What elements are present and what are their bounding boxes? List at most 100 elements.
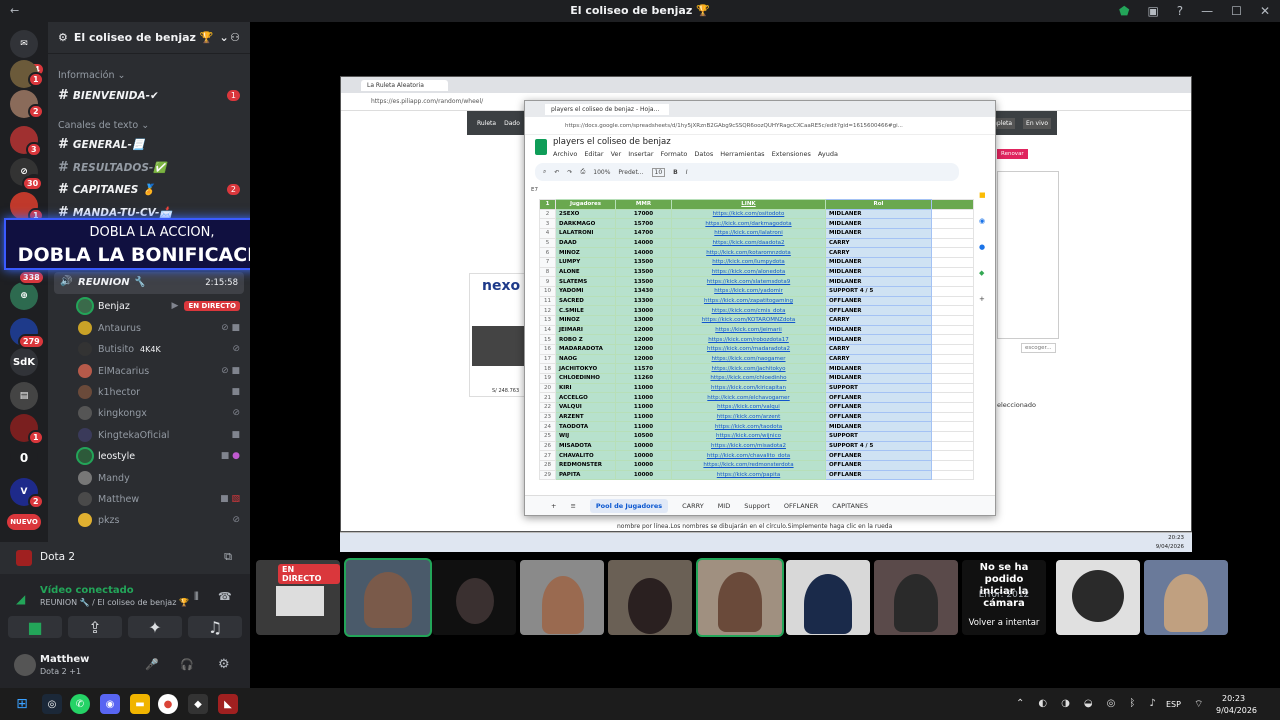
player-name-cell[interactable]: ALONE: [555, 266, 616, 278]
link-cell[interactable]: https://kick.com/kiricapitan: [671, 382, 826, 394]
mmr-cell[interactable]: 11000: [615, 411, 672, 423]
steam-icon[interactable]: ◎: [42, 694, 62, 714]
player-name-cell[interactable]: TAODOTA: [555, 421, 616, 433]
empty-cell[interactable]: [931, 266, 974, 278]
sheet-tab-capitanes[interactable]: CAPITANES: [832, 502, 868, 510]
channel-resultados[interactable]: # RESULTADOS-✅: [58, 160, 166, 175]
link-cell[interactable]: https://kick.com/ositodoto: [671, 208, 826, 220]
empty-cell[interactable]: [931, 411, 974, 423]
empty-cell[interactable]: [931, 344, 974, 355]
empty-cell[interactable]: [931, 237, 974, 249]
clock-time[interactable]: 20:23: [1222, 694, 1245, 703]
tray-app-icon[interactable]: ◑: [1061, 698, 1070, 709]
dota-icon[interactable]: ◣: [218, 694, 238, 714]
user-avatar[interactable]: [14, 654, 36, 676]
mmr-cell[interactable]: 14000: [615, 237, 672, 249]
player-name-cell[interactable]: JACHITOKYO: [555, 363, 616, 375]
avatar-tile[interactable]: [1056, 560, 1140, 635]
voice-user[interactable]: leostyle ■ ●: [78, 449, 240, 463]
player-name-cell[interactable]: DAAD: [555, 237, 616, 249]
chrome-icon[interactable]: ●: [158, 694, 178, 714]
maximize-button[interactable]: ☐: [1231, 4, 1242, 18]
empty-cell[interactable]: [931, 382, 974, 394]
role-cell[interactable]: OFFLANER: [825, 295, 932, 307]
link-cell[interactable]: https://kick.com/taodota: [671, 421, 826, 433]
camera-tile[interactable]: [346, 560, 430, 635]
keep-icon[interactable]: ■: [979, 191, 989, 199]
empty-cell[interactable]: [931, 392, 974, 404]
menu-ver[interactable]: Ver: [611, 150, 622, 158]
empty-cell[interactable]: [931, 286, 974, 297]
player-name-cell[interactable]: CHLOEDINHO: [555, 373, 616, 384]
empty-cell[interactable]: [931, 363, 974, 375]
empty-cell[interactable]: [931, 402, 974, 413]
maps-icon[interactable]: ◆: [979, 269, 989, 277]
header-cell[interactable]: Jugadores: [555, 199, 616, 210]
link-cell[interactable]: https://kick.com/papita: [671, 469, 826, 481]
add-addon-icon[interactable]: +: [979, 295, 989, 303]
player-name-cell[interactable]: KIRI: [555, 382, 616, 394]
link-cell[interactable]: https://kick.com/lalatroni: [671, 228, 826, 239]
empty-cell[interactable]: [931, 334, 974, 346]
link-cell[interactable]: http://kick.com/elchavogamer: [671, 392, 826, 404]
player-name-cell[interactable]: ARZENT: [555, 411, 616, 423]
mmr-cell[interactable]: 10000: [615, 450, 672, 462]
link-cell[interactable]: https://kick.com/naogamer: [671, 353, 826, 365]
whatsapp-icon[interactable]: ✆: [70, 694, 90, 714]
server-icon[interactable]: ⊕: [10, 282, 38, 310]
empty-cell[interactable]: [931, 247, 974, 259]
mmr-cell[interactable]: 11000: [615, 421, 672, 433]
search-icon[interactable]: ⌕: [543, 168, 546, 176]
link-cell[interactable]: http://kick.com/lumpydota: [671, 257, 826, 268]
noise-suppression-icon[interactable]: ⦀: [194, 590, 199, 604]
player-name-cell[interactable]: MADARADOTA: [555, 344, 616, 355]
header-cell[interactable]: LINK: [671, 199, 826, 210]
mmr-cell[interactable]: 11000: [615, 382, 672, 394]
mmr-cell[interactable]: 11000: [615, 392, 672, 404]
sheet-tab-offlaner[interactable]: OFFLANER: [784, 502, 818, 510]
activities-button[interactable]: ✦: [128, 616, 182, 638]
disconnect-icon[interactable]: ☎: [218, 590, 232, 603]
doc-title[interactable]: players el coliseo de benjaz: [553, 137, 671, 147]
mic-tray-icon[interactable]: ♪: [1149, 698, 1155, 709]
empty-cell[interactable]: [931, 373, 974, 384]
file-explorer-icon[interactable]: ▬: [130, 694, 150, 714]
link-cell[interactable]: https://kick.com/alonedota: [671, 266, 826, 278]
tray-steam-icon[interactable]: ◎: [1107, 698, 1116, 709]
mmr-cell[interactable]: 13430: [615, 286, 672, 297]
voice-user[interactable]: kingkongx ⊘: [78, 406, 240, 420]
camera-tile[interactable]: [608, 560, 692, 635]
role-cell[interactable]: OFFLANER: [825, 402, 932, 413]
soundboard-button[interactable]: ♫: [188, 616, 242, 638]
app-icon[interactable]: ◆: [188, 694, 208, 714]
role-cell[interactable]: OFFLANER: [825, 450, 932, 462]
player-name-cell[interactable]: VALQUI: [555, 402, 616, 413]
role-cell[interactable]: SUPPORT 4 / 5: [825, 286, 932, 297]
voice-user[interactable]: Mandy: [78, 471, 240, 485]
role-cell[interactable]: OFFLANER: [825, 305, 932, 317]
player-name-cell[interactable]: MINOZ: [555, 315, 616, 326]
wheel-tab-dado[interactable]: Dado: [504, 120, 520, 127]
link-cell[interactable]: https://kick.com/jachitokyo: [671, 363, 826, 375]
player-name-cell[interactable]: CHAVALITO: [555, 450, 616, 462]
role-cell[interactable]: OFFLANER: [825, 460, 932, 471]
role-cell[interactable]: MIDLANER: [825, 373, 932, 384]
channel-bienvenida[interactable]: # BIENVENIDA-✔: [58, 88, 159, 103]
link-cell[interactable]: https://kick.com/zapatitogaming: [671, 295, 826, 307]
activity-row[interactable]: Dota 2 ⧉: [0, 542, 250, 574]
voice-user[interactable]: ElMacarius ⊘ ■: [78, 364, 240, 378]
link-cell[interactable]: https://kick.com/chloedinho: [671, 373, 826, 384]
player-name-cell[interactable]: WIJ: [555, 431, 616, 442]
voice-user[interactable]: Butisito 4K4K ⊘: [78, 342, 240, 356]
link-cell[interactable]: https://kick.com/yadomir: [671, 286, 826, 297]
empty-cell[interactable]: [931, 421, 974, 433]
print-icon[interactable]: ⎙: [580, 168, 585, 176]
role-cell[interactable]: SUPPORT: [825, 431, 932, 442]
menu-formato[interactable]: Formato: [661, 150, 688, 158]
player-name-cell[interactable]: MINOZ: [555, 247, 616, 259]
link-cell[interactable]: https://kick.com/wijnico: [671, 431, 826, 442]
header-cell[interactable]: MMR: [615, 199, 672, 210]
sheets-url[interactable]: https://docs.google.com/spreadsheets/d/1…: [565, 123, 903, 129]
player-name-cell[interactable]: PAPITA: [555, 469, 616, 481]
role-cell[interactable]: MIDLANER: [825, 257, 932, 268]
